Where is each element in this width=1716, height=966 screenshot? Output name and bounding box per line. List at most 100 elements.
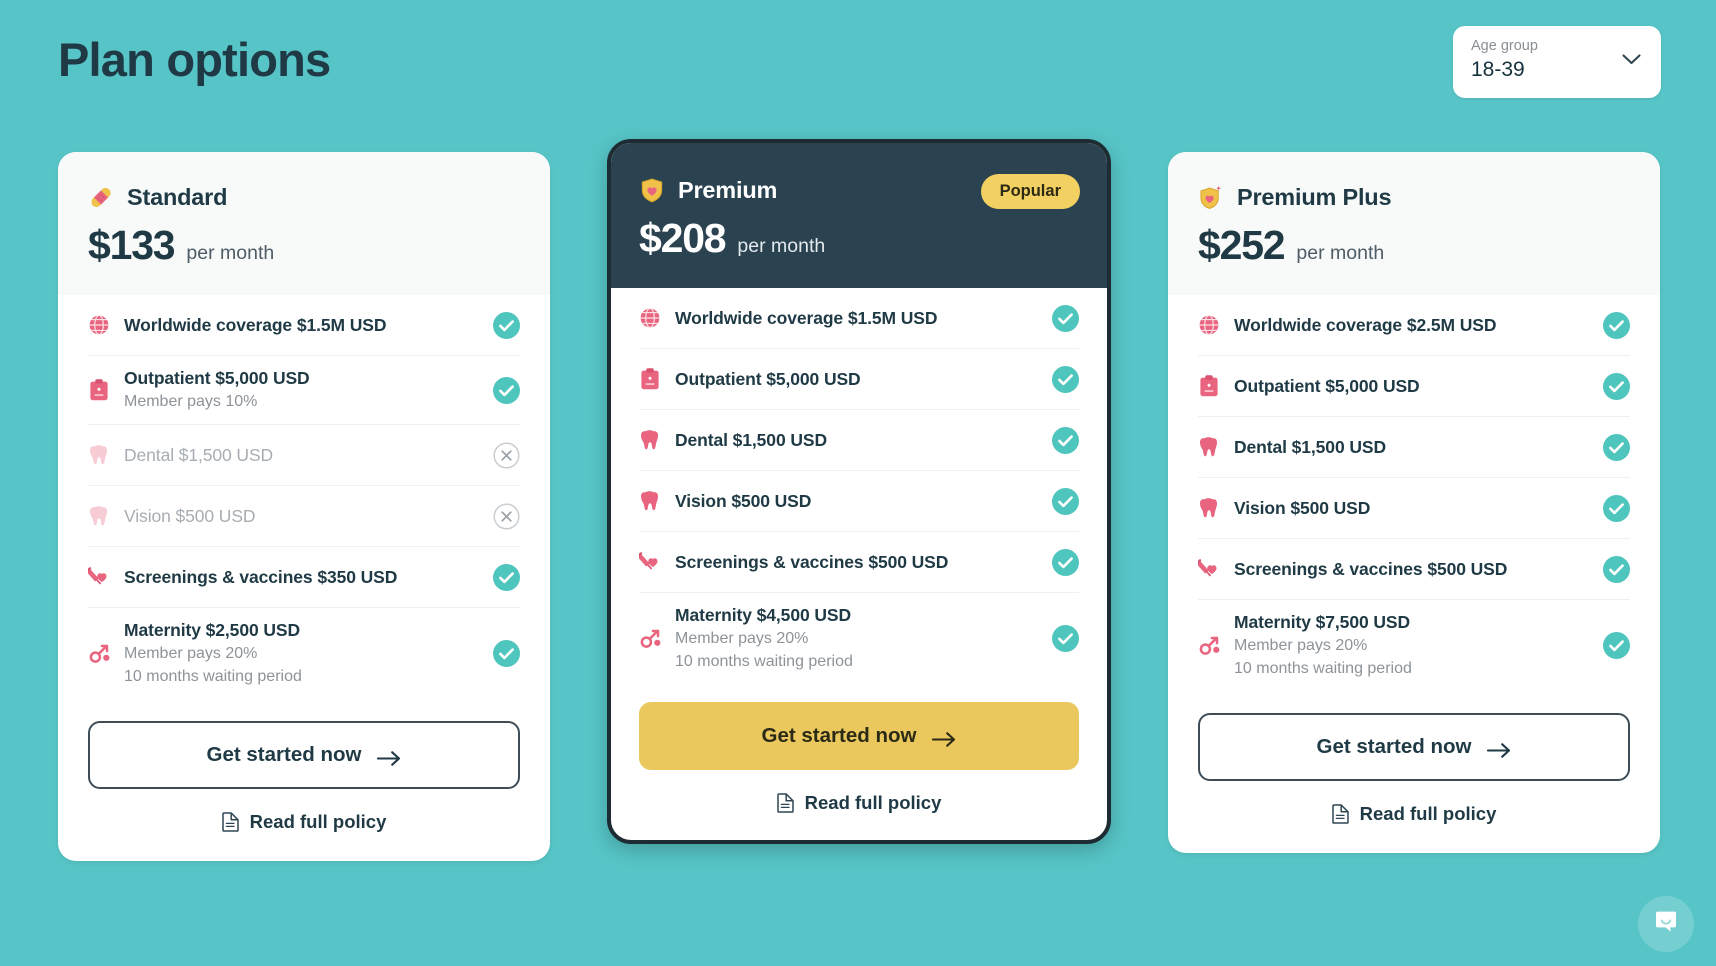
- shield-heart-sparkle-icon: [1198, 184, 1224, 211]
- feature-subtext: 10 months waiting period: [675, 653, 853, 670]
- read-full-policy-link[interactable]: Read full policy: [639, 792, 1079, 814]
- check-circle-icon: [1052, 548, 1079, 576]
- read-full-policy-link[interactable]: Read full policy: [88, 811, 520, 833]
- feature-list: Worldwide coverage $1.5M USD Outpatient $…: [611, 288, 1107, 684]
- plan-name: Premium: [678, 177, 778, 203]
- check-circle-icon: [1603, 311, 1630, 339]
- popular-badge: Popular: [980, 174, 1080, 209]
- feature-title: Vision $500 USD: [1234, 497, 1371, 518]
- read-full-policy-label: Read full policy: [249, 811, 387, 832]
- globe-icon: [1198, 313, 1220, 337]
- plan-card-standard: Standard $133 per month Worldwide coverage …: [58, 152, 550, 861]
- plan-card-list: Standard $133 per month Worldwide coverage …: [58, 139, 1660, 922]
- feature-text: Outpatient $5,000 USD: [675, 368, 1040, 391]
- age-group-select[interactable]: Age group 18-39: [1453, 26, 1661, 98]
- maternity-icon: [639, 627, 661, 651]
- feature-subtext: 10 months waiting period: [1234, 660, 1412, 677]
- feature-row: Outpatient $5,000 USD: [1198, 356, 1630, 417]
- get-started-button[interactable]: Get started now: [1198, 713, 1630, 781]
- feature-text: Dental $1,500 USD: [124, 444, 481, 467]
- feature-text: Worldwide coverage $1.5M USD: [675, 307, 1040, 330]
- globe-icon: [88, 313, 110, 337]
- document-icon: [221, 812, 239, 832]
- syringe-heart-icon: [1194, 557, 1220, 581]
- feature-title: Vision $500 USD: [124, 505, 256, 526]
- feature-title: Dental $1,500 USD: [124, 444, 274, 465]
- tooth-icon: [88, 443, 110, 467]
- page-title: Plan options: [58, 33, 331, 86]
- plan-card-footer: Get started now Read full policy: [611, 684, 1107, 840]
- feature-text: Vision $500 USD: [1234, 497, 1591, 520]
- check-circle-icon: [1603, 372, 1630, 400]
- feature-text: Screenings & vaccines $500 USD: [675, 551, 1040, 574]
- feature-subtext: Member pays 20%: [1234, 637, 1368, 654]
- feature-text: Outpatient $5,000 USD: [1234, 375, 1591, 398]
- feature-text: Worldwide coverage $2.5M USD: [1234, 314, 1591, 337]
- feature-text: Maternity $7,500 USD Member pays 20% 10 mo…: [1234, 611, 1591, 680]
- feature-list: Worldwide coverage $2.5M USD Outpatient $…: [1168, 295, 1660, 691]
- feature-title: Outpatient $5,000 USD: [675, 368, 861, 389]
- plan-price-row: $133 per month: [88, 222, 520, 269]
- adhesive-bandage-icon: [88, 184, 114, 211]
- chat-bubble-icon: [1653, 909, 1679, 940]
- plan-name-row: Premium Plus: [1198, 184, 1630, 211]
- shield-heart-icon: [639, 177, 665, 204]
- check-circle-icon: [1603, 632, 1630, 659]
- plan-card-footer: Get started now Read full policy: [58, 699, 550, 861]
- feature-title: Screenings & vaccines $500 USD: [1234, 558, 1508, 579]
- clipboard-medical-icon: [88, 378, 110, 402]
- feature-title: Screenings & vaccines $500 USD: [675, 551, 949, 572]
- feature-text: Outpatient $5,000 USD Member pays 10%: [124, 367, 481, 413]
- tooth-icon: [639, 489, 661, 513]
- plan-price-row: $252 per month: [1198, 222, 1630, 269]
- plan-price-period: per month: [186, 242, 275, 264]
- get-started-button[interactable]: Get started now: [88, 721, 520, 789]
- plan-card-header: Premium Plus $252 per month: [1168, 152, 1660, 295]
- feature-subtext: Member pays 20%: [675, 630, 809, 647]
- feature-row: Vision $500 USD: [639, 471, 1079, 532]
- read-full-policy-link[interactable]: Read full policy: [1198, 803, 1630, 825]
- age-group-value: 18-39: [1471, 58, 1525, 81]
- feature-title: Dental $1,500 USD: [675, 429, 827, 450]
- check-circle-icon: [493, 563, 520, 591]
- feature-title: Dental $1,500 USD: [1234, 436, 1386, 457]
- feature-subtext: 10 months waiting period: [124, 668, 302, 685]
- globe-icon: [639, 306, 661, 330]
- plan-price: $208: [639, 215, 727, 261]
- plan-name: Premium Plus: [1237, 184, 1392, 210]
- check-circle-icon: [1052, 625, 1079, 652]
- feature-title: Maternity $4,500 USD: [675, 605, 851, 625]
- tooth-icon: [1198, 496, 1220, 520]
- check-circle-icon: [493, 376, 520, 404]
- get-started-button[interactable]: Get started now: [639, 702, 1079, 770]
- clipboard-medical-icon: [1198, 374, 1220, 398]
- document-icon: [1331, 804, 1349, 824]
- get-started-label: Get started now: [761, 724, 917, 747]
- feature-list: Worldwide coverage $1.5M USD Outpatient $…: [58, 295, 550, 699]
- chat-launcher-button[interactable]: [1638, 896, 1694, 952]
- feature-row: Vision $500 USD: [1198, 478, 1630, 539]
- get-started-label: Get started now: [1316, 735, 1472, 758]
- arrow-right-icon: [932, 729, 956, 747]
- plan-name: Standard: [127, 184, 228, 210]
- feature-row: Worldwide coverage $2.5M USD: [1198, 295, 1630, 356]
- feature-row: Screenings & vaccines $350 USD: [84, 547, 520, 608]
- feature-text: Vision $500 USD: [675, 490, 1040, 513]
- cross-circle-icon: [493, 441, 520, 469]
- tooth-icon: [88, 504, 110, 528]
- feature-row: Worldwide coverage $1.5M USD: [639, 288, 1079, 349]
- feature-title: Screenings & vaccines $350 USD: [124, 566, 398, 587]
- check-circle-icon: [1052, 426, 1079, 454]
- feature-row: Maternity $4,500 USD Member pays 20% 10 mo…: [639, 593, 1079, 684]
- plan-card-premium-plus: Premium Plus $252 per month Worldwide cover…: [1168, 152, 1660, 853]
- feature-title: Vision $500 USD: [675, 490, 812, 511]
- tooth-icon: [1198, 435, 1220, 459]
- feature-title: Outpatient $5,000 USD: [124, 368, 310, 388]
- check-circle-icon: [1052, 487, 1079, 515]
- feature-text: Vision $500 USD: [124, 505, 481, 528]
- age-group-label: Age group: [1471, 38, 1538, 54]
- plan-name-row: Standard: [88, 184, 520, 211]
- plan-price: $252: [1198, 222, 1286, 268]
- feature-row: Screenings & vaccines $500 USD: [1194, 539, 1630, 600]
- arrow-right-icon: [1487, 740, 1511, 758]
